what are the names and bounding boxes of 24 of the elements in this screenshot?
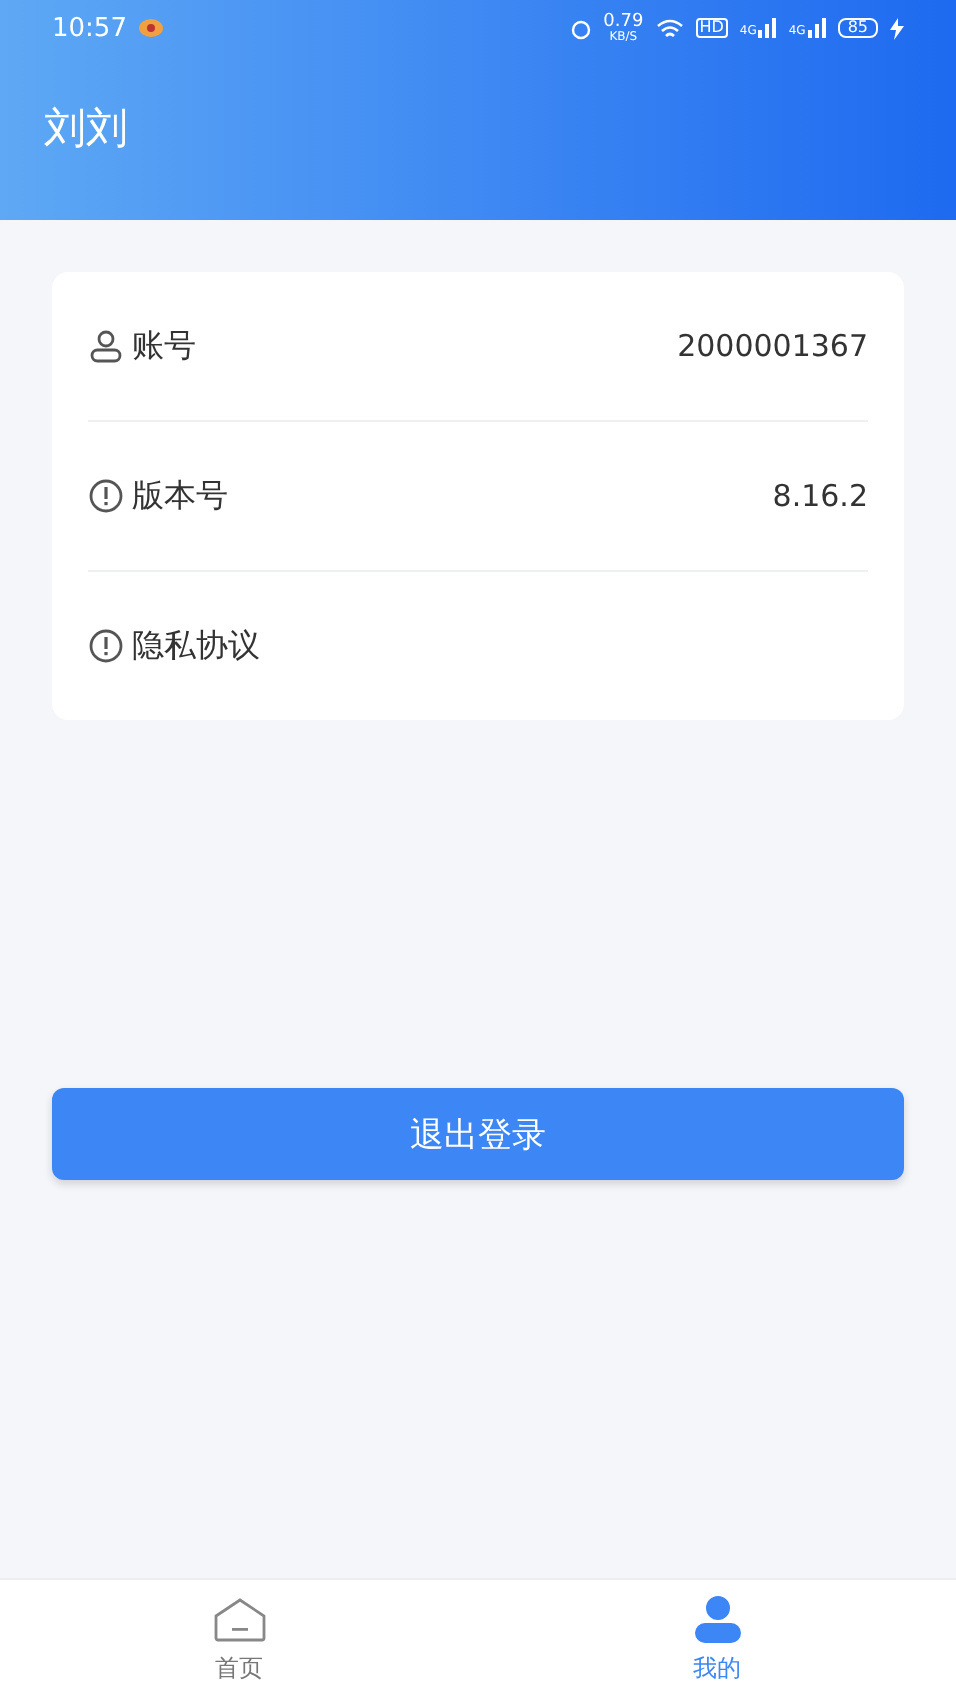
home-icon [211,1595,267,1643]
status-time: 10:57 [52,15,127,41]
signal-icon [758,18,777,38]
person-icon [689,1595,745,1643]
info-icon [88,628,124,664]
info-icon [88,478,124,514]
row-value: 2000001367 [677,328,868,364]
nav-tab[interactable]: 首页 [0,1580,478,1700]
row-label: 账号 [132,325,196,367]
signal-icon [807,18,826,38]
eye-icon [138,18,165,38]
hd-badge: HD [695,18,728,38]
logout-button[interactable]: 退出登录 [52,1088,904,1180]
row-label: 隐私协议 [132,625,260,667]
nav-tab[interactable]: 我的 [478,1580,956,1700]
charging-icon [890,17,904,39]
page-title: 刘刘 [42,102,130,156]
wifi-icon [655,17,684,39]
alarm-icon [569,17,592,39]
row-label: 版本号 [132,475,228,517]
battery-level: 85 [837,18,878,38]
net-speed: 0.79 [603,13,644,31]
row-value: 8.16.2 [772,478,868,514]
user-icon [88,328,124,364]
